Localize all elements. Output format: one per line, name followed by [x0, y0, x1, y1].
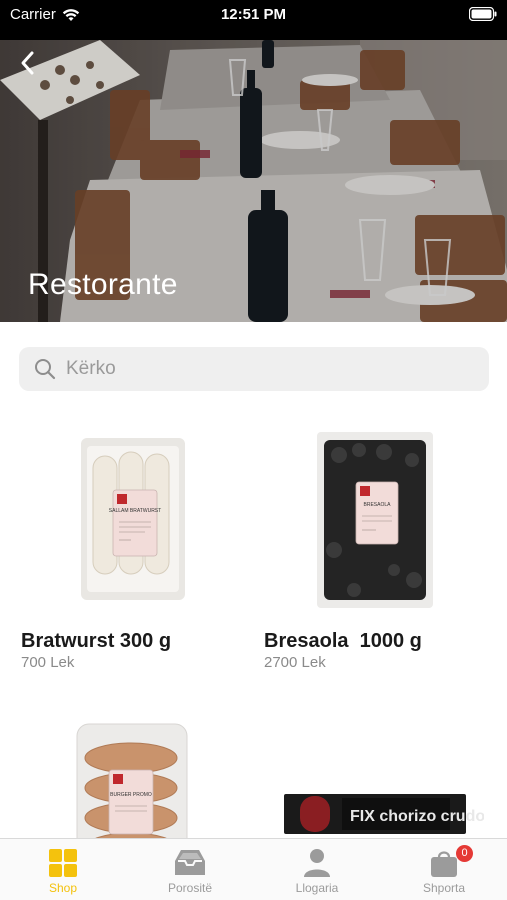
search-bar[interactable] — [19, 347, 489, 391]
tray-icon — [175, 850, 205, 875]
tab-cart[interactable]: 0 Shporta — [381, 839, 507, 900]
package-label: BRESAOLA — [364, 502, 392, 508]
page-title: Restorante — [28, 268, 178, 301]
product-image: BRESAOLA — [317, 432, 433, 608]
grid-icon — [49, 849, 77, 877]
product-card[interactable]: BRESAOLA Bresaola 1000 g 2700 Lek — [264, 430, 484, 680]
product-image: BURGER PROMO — [76, 723, 188, 838]
product-card[interactable]: FIX chorizo crudo — [264, 722, 484, 838]
tab-account[interactable]: Llogaria — [254, 839, 380, 900]
product-image: SALLAM BRATWURST — [81, 438, 185, 600]
status-time: 12:51 PM — [220, 6, 287, 23]
tab-bar: Shop Porositë Llogaria 0 Shporta — [0, 838, 507, 900]
tab-label: Llogaria — [295, 881, 339, 895]
tab-label: Shporta — [422, 881, 466, 895]
battery-icon — [469, 7, 497, 21]
package-label: FIX chorizo crudo — [350, 808, 484, 825]
cart-count-badge: 0 — [456, 845, 473, 862]
product-name: Bresaola 1000 g — [264, 630, 422, 652]
product-image: FIX chorizo crudo — [284, 794, 484, 834]
search-icon — [34, 358, 56, 380]
product-price: 2700 Lek — [264, 654, 326, 671]
tab-label: Shop — [48, 881, 78, 895]
package-label: SALLAM BRATWURST — [109, 508, 161, 514]
tab-orders[interactable]: Porositë — [127, 839, 253, 900]
status-bar: Carrier 12:51 PM — [0, 0, 507, 40]
product-name: Bratwurst 300 g — [21, 630, 172, 652]
package-label: BURGER PROMO — [110, 792, 152, 798]
tab-label: Porositë — [167, 881, 213, 895]
product-card[interactable]: SALLAM BRATWURST Bratwurst 300 g 700 Lek — [21, 430, 241, 680]
person-icon — [304, 849, 330, 877]
product-card[interactable]: BURGER PROMO — [21, 722, 241, 838]
hero-banner: Restorante — [0, 40, 507, 322]
search-input[interactable] — [66, 358, 466, 380]
chevron-left-icon[interactable] — [14, 48, 44, 78]
product-price: 700 Lek — [21, 654, 75, 671]
tab-shop[interactable]: Shop — [0, 839, 126, 900]
